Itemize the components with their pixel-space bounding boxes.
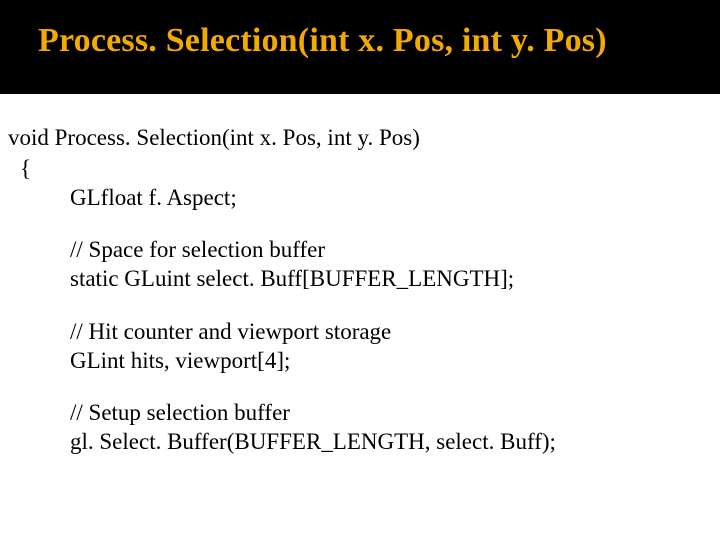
code-line: GLfloat f. Aspect; (8, 184, 710, 213)
code-open-brace: { (20, 155, 710, 184)
code-comment: // Space for selection buffer (8, 236, 710, 265)
code-comment: // Hit counter and viewport storage (8, 318, 710, 347)
code-signature: void Process. Selection(int x. Pos, int … (8, 124, 710, 153)
code-line: static GLuint select. Buff[BUFFER_LENGTH… (8, 265, 710, 294)
code-block: void Process. Selection(int x. Pos, int … (0, 94, 720, 457)
title-bar: Process. Selection(int x. Pos, int y. Po… (0, 0, 720, 94)
slide: Process. Selection(int x. Pos, int y. Po… (0, 0, 720, 540)
code-comment: // Setup selection buffer (8, 399, 710, 428)
code-line: gl. Select. Buffer(BUFFER_LENGTH, select… (8, 428, 710, 457)
slide-title: Process. Selection(int x. Pos, int y. Po… (38, 22, 720, 60)
code-line: GLint hits, viewport[4]; (8, 347, 710, 376)
